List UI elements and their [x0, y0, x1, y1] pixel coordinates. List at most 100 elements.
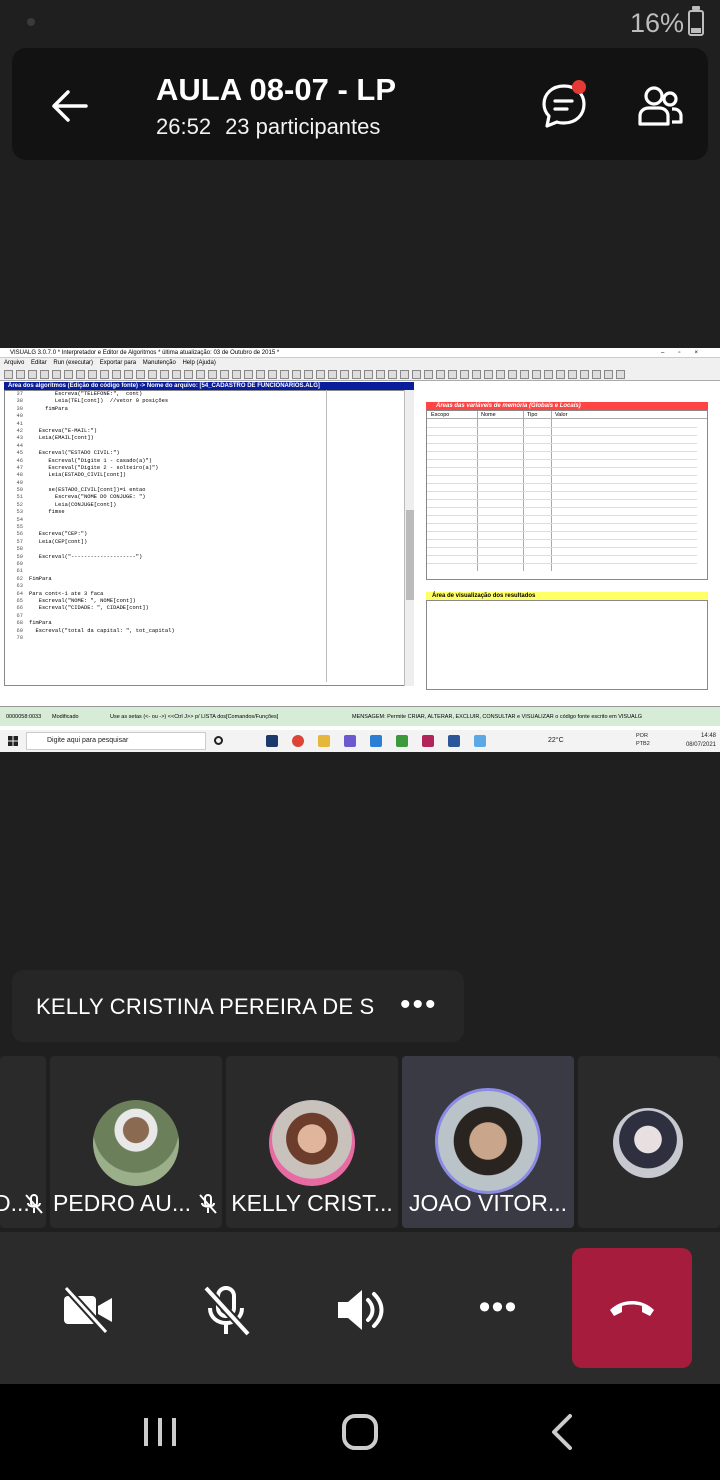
code-line: 64 Para cont<-1 ate 3 faca — [5, 591, 413, 598]
toolbar-button[interactable] — [256, 370, 265, 379]
toolbar-button[interactable] — [160, 370, 169, 379]
speaker-button[interactable] — [334, 1282, 390, 1338]
toolbar-button[interactable] — [16, 370, 25, 379]
participant-name: KELLY CRIST... — [231, 1190, 393, 1216]
editor-scrollbar[interactable] — [404, 390, 414, 686]
toolbar-button[interactable] — [268, 370, 277, 379]
toolbar-button[interactable] — [520, 370, 529, 379]
back-button[interactable] — [48, 84, 92, 128]
toolbar-button[interactable] — [232, 370, 241, 379]
app2-icon[interactable] — [422, 735, 434, 747]
toolbar-button[interactable] — [4, 370, 13, 379]
photoshop-icon[interactable] — [266, 735, 278, 747]
participant-tile-5[interactable] — [578, 1056, 720, 1228]
toolbar-button[interactable] — [28, 370, 37, 379]
toolbar-button[interactable] — [508, 370, 517, 379]
toolbar-button[interactable] — [460, 370, 469, 379]
toolbar-button[interactable] — [64, 370, 73, 379]
toolbar-button[interactable] — [328, 370, 337, 379]
toolbar-button[interactable] — [616, 370, 625, 379]
toolbar-button[interactable] — [592, 370, 601, 379]
toolbar-button[interactable] — [112, 370, 121, 379]
speaker-more-button[interactable]: ••• — [400, 988, 438, 1022]
toolbar-button[interactable] — [148, 370, 157, 379]
app-statusbar: 0000058:0033 Modificado Use as setas (<-… — [0, 706, 720, 726]
toolbar-button[interactable] — [604, 370, 613, 379]
toolbar-button[interactable] — [424, 370, 433, 379]
hang-up-button[interactable] — [572, 1248, 692, 1368]
toolbar-button[interactable] — [172, 370, 181, 379]
camera-off-icon — [63, 1285, 112, 1335]
toolbar-button[interactable] — [196, 370, 205, 379]
line-number: 58 — [16, 546, 23, 553]
toolbar-button[interactable] — [316, 370, 325, 379]
toolbar-button[interactable] — [52, 370, 61, 379]
toolbar-button[interactable] — [280, 370, 289, 379]
toolbar-button[interactable] — [124, 370, 133, 379]
toolbar-button[interactable] — [388, 370, 397, 379]
toolbar-button[interactable] — [568, 370, 577, 379]
toolbar-button[interactable] — [244, 370, 253, 379]
toolbar-button[interactable] — [76, 370, 85, 379]
vscode-icon[interactable] — [370, 735, 382, 747]
toolbar-button[interactable] — [496, 370, 505, 379]
chrome-icon[interactable] — [292, 735, 304, 747]
toolbar-button[interactable] — [40, 370, 49, 379]
recent-apps-icon[interactable] — [140, 1414, 180, 1450]
toolbar-button[interactable] — [292, 370, 301, 379]
code-text: Escreval("Digite 1 - casado(a)") — [29, 457, 152, 464]
menu-run[interactable]: Run (executar) — [53, 360, 93, 366]
code-line: 70 — [5, 635, 413, 642]
toolbar-button[interactable] — [100, 370, 109, 379]
toolbar-button[interactable] — [556, 370, 565, 379]
folder-icon[interactable] — [318, 735, 330, 747]
toolbar-button[interactable] — [184, 370, 193, 379]
app-icon[interactable] — [396, 735, 408, 747]
meeting-title: AULA 08-07 - LP — [156, 72, 397, 107]
menu-exportar[interactable]: Exportar para — [100, 360, 136, 366]
toolbar-button[interactable] — [220, 370, 229, 379]
participant-tile-kelly[interactable]: KELLY CRIST... — [226, 1056, 398, 1228]
toolbar-button[interactable] — [136, 370, 145, 379]
participant-tile-joao[interactable]: JOAO VITOR... — [402, 1056, 574, 1228]
toolbar-button[interactable] — [472, 370, 481, 379]
window-titlebar: VISUALG 3.0.7.0 * Interpretador e Editor… — [0, 348, 720, 358]
participant-tile-pedro[interactable]: PEDRO AU... — [50, 1056, 222, 1228]
toolbar-button[interactable] — [208, 370, 217, 379]
menu-arquivo[interactable]: Arquivo — [4, 360, 24, 366]
code-editor[interactable]: 37 Escreva("TELEFONE:", cont) 38 Leia(TEL… — [4, 390, 414, 686]
menu-editar[interactable]: Editar — [31, 360, 47, 366]
toolbar-button[interactable] — [88, 370, 97, 379]
toolbar-button[interactable] — [532, 370, 541, 379]
camera-toggle-button[interactable] — [60, 1282, 116, 1338]
teams-icon[interactable] — [344, 735, 356, 747]
back-nav-icon[interactable] — [548, 1412, 576, 1452]
toolbar-button[interactable] — [364, 370, 373, 379]
toolbar-button[interactable] — [484, 370, 493, 379]
toolbar-button[interactable] — [448, 370, 457, 379]
line-number: 43 — [16, 435, 23, 442]
participants-button[interactable] — [634, 80, 686, 132]
toolbar-button[interactable] — [376, 370, 385, 379]
taskbar-search[interactable]: Digite aqui para pesquisar — [26, 732, 206, 750]
participant-tile-1[interactable]: D... — [0, 1056, 46, 1228]
toolbar-button[interactable] — [580, 370, 589, 379]
cortana-icon[interactable] — [214, 736, 223, 745]
home-icon[interactable] — [340, 1412, 380, 1452]
toolbar-button[interactable] — [436, 370, 445, 379]
toolbar-button[interactable] — [412, 370, 421, 379]
code-text: Escreva("CEP:") — [29, 531, 88, 538]
windows-start-icon[interactable] — [8, 736, 18, 746]
more-options-button[interactable]: ••• — [470, 1282, 526, 1338]
toolbar-button[interactable] — [544, 370, 553, 379]
word-icon[interactable] — [448, 735, 460, 747]
mic-toggle-button[interactable] — [198, 1282, 254, 1338]
toolbar-button[interactable] — [304, 370, 313, 379]
menu-manutencao[interactable]: Manutenção — [143, 360, 176, 366]
toolbar-button[interactable] — [352, 370, 361, 379]
code-text: Para cont<-1 ate 3 faca — [29, 590, 104, 597]
menu-help[interactable]: Help (Ajuda) — [182, 360, 215, 366]
toolbar-button[interactable] — [340, 370, 349, 379]
toolbar-button[interactable] — [400, 370, 409, 379]
app3-icon[interactable] — [474, 735, 486, 747]
